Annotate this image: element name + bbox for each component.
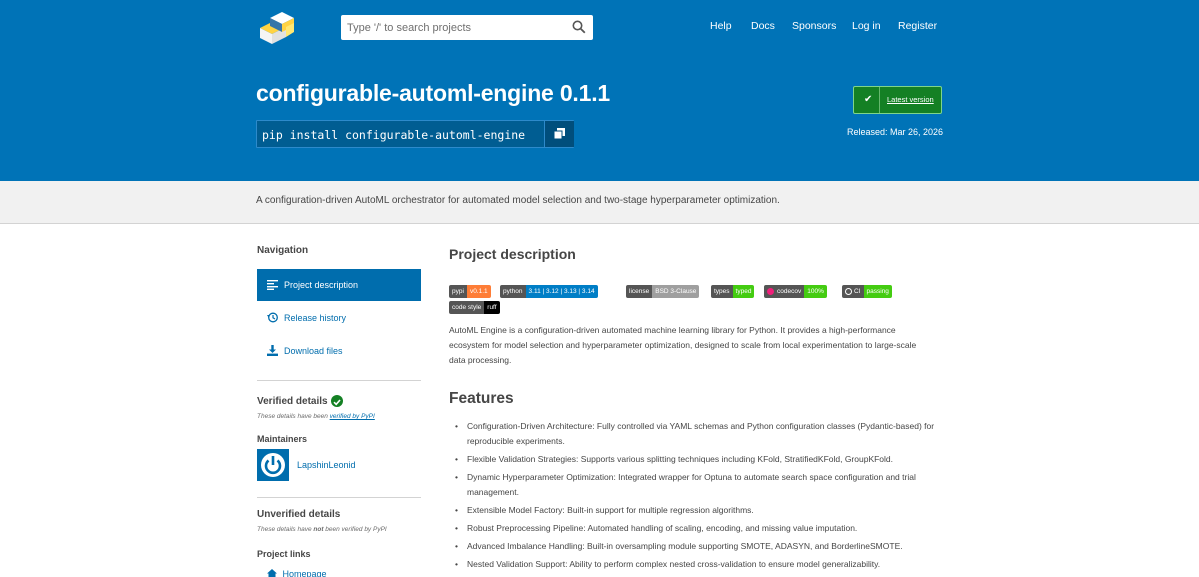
home-icon (267, 569, 277, 577)
package-summary-band: A configuration-driven AutoML orchestrat… (0, 181, 1199, 224)
project-links-heading: Project links (257, 549, 311, 559)
list-item: Configuration-Driven Architecture: Fully… (449, 419, 949, 449)
ci-badge[interactable]: CI passing (842, 285, 892, 298)
list-item: Nested Validation Support: Ability to pe… (449, 557, 949, 572)
sidebar-item-label: Project description (284, 280, 359, 290)
license-badge[interactable]: license BSD 3-Clause (626, 285, 700, 298)
types-badge[interactable]: types typed (711, 285, 755, 298)
codecov-icon (767, 288, 774, 295)
nav-help-link[interactable]: Help (710, 20, 732, 32)
power-icon (261, 453, 285, 477)
package-header: configurable-automl-engine 0.1.1 pip ins… (0, 55, 1199, 181)
search-input[interactable] (341, 15, 566, 40)
latest-version-label[interactable]: Latest version (887, 95, 934, 104)
maintainer-link[interactable]: LapshinLeonid (297, 460, 356, 470)
search-icon[interactable] (572, 20, 586, 34)
list-item: Robust Preprocessing Pipeline: Automated… (449, 521, 949, 536)
list-item: Advanced Imbalance Handling: Built-in ov… (449, 539, 949, 554)
github-icon (845, 288, 852, 295)
download-icon (267, 345, 278, 356)
homepage-link[interactable]: Homepage (267, 569, 327, 577)
unverified-note: These details have not been verified by … (257, 526, 387, 533)
nav-docs-link[interactable]: Docs (751, 20, 775, 32)
package-summary: A configuration-driven AutoML orchestrat… (256, 195, 780, 206)
features-heading: Features (449, 390, 514, 407)
sidebar-item-label: Download files (284, 346, 343, 356)
code-style-badge[interactable]: code style ruff (449, 301, 500, 314)
intro-paragraph: AutoML Engine is a configuration-driven … (449, 325, 917, 365)
project-description-heading: Project description (449, 246, 576, 262)
verified-note: These details have been verified by PyPI (257, 413, 375, 420)
nav-login-link[interactable]: Log in (852, 20, 881, 32)
top-header: Help Docs Sponsors Log in Register (0, 0, 1199, 55)
sidebar-item-label: Release history (284, 313, 347, 323)
sidebar-divider (257, 497, 421, 498)
verified-check-icon (331, 395, 343, 407)
python-version-badge[interactable]: python 3.11 | 3.12 | 3.13 | 3.14 (500, 285, 598, 298)
align-left-icon (267, 280, 278, 290)
nav-register-link[interactable]: Register (898, 20, 937, 32)
nav-sponsors-link[interactable]: Sponsors (792, 20, 836, 32)
navigation-heading: Navigation (257, 245, 309, 256)
pip-command: pip install configurable-automl-engine (262, 128, 526, 142)
sidebar-divider (257, 380, 421, 381)
list-item: Dynamic Hyperparameter Optimization: Int… (449, 470, 949, 500)
pypi-logo[interactable] (256, 10, 300, 46)
list-item: Extensible Model Factory: Built-in suppo… (449, 503, 949, 518)
verified-by-pypi-link[interactable]: verified by PyPI (330, 413, 375, 420)
history-icon (267, 312, 278, 323)
release-date: Released: Mar 26, 2026 (847, 127, 944, 137)
codecov-badge[interactable]: codecov 100% (764, 285, 827, 298)
copy-button[interactable] (544, 121, 574, 147)
badge-row: pypi v0.1.1 python 3.11 | 3.12 | 3.13 | 3.… (449, 285, 919, 315)
verified-details-heading: Verified details (257, 396, 328, 407)
unverified-details-heading: Unverified details (257, 509, 341, 520)
avatar[interactable] (257, 449, 289, 481)
package-title: configurable-automl-engine 0.1.1 (256, 80, 610, 106)
copy-icon (554, 128, 565, 139)
pypi-version-badge[interactable]: pypi v0.1.1 (449, 285, 491, 298)
list-item: Flexible Validation Strategies: Supports… (449, 452, 949, 467)
latest-version-button[interactable]: ✔ Latest version (853, 86, 942, 114)
search-box[interactable] (341, 15, 593, 40)
maintainers-heading: Maintainers (257, 434, 308, 444)
features-list: Configuration-Driven Architecture: Fully… (449, 419, 949, 572)
check-icon: ✔ (864, 94, 873, 105)
sidebar-item-project-description[interactable]: Project description (257, 269, 421, 301)
sidebar-item-download-files[interactable]: Download files (257, 335, 421, 367)
sidebar-item-release-history[interactable]: Release history (257, 302, 421, 334)
pip-command-box: pip install configurable-automl-engine (256, 120, 574, 148)
